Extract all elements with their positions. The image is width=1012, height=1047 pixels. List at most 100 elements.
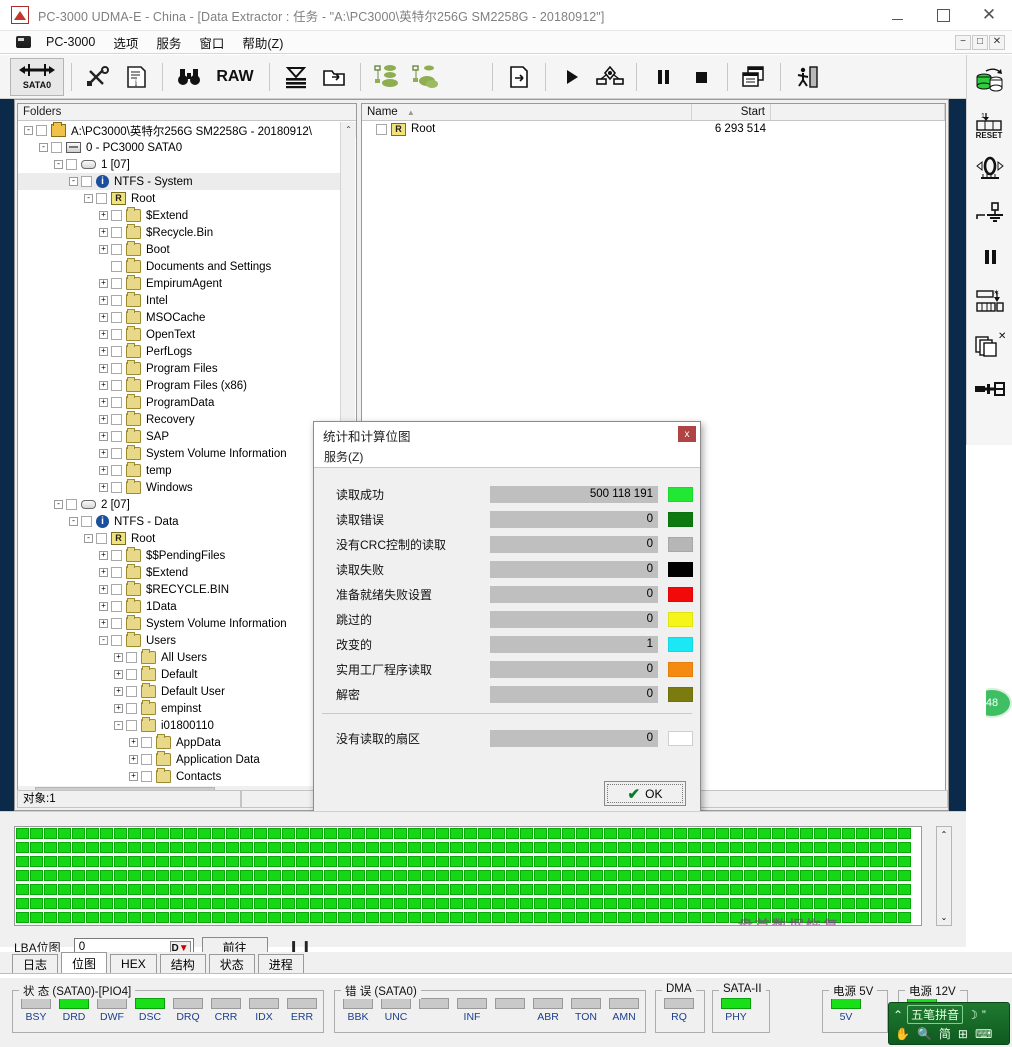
expand-icon[interactable]: + xyxy=(129,772,138,781)
tree-node-checkbox[interactable] xyxy=(126,703,137,714)
expand-icon[interactable]: + xyxy=(114,670,123,679)
tree-node[interactable]: +Program Files (x86) xyxy=(18,377,340,394)
tree-node-checkbox[interactable] xyxy=(111,550,122,561)
menu-options[interactable]: 选项 xyxy=(104,31,147,54)
tree-node-checkbox[interactable] xyxy=(126,686,137,697)
pause-button[interactable] xyxy=(644,58,682,96)
tree-node-checkbox[interactable] xyxy=(126,669,137,680)
expand-icon[interactable]: + xyxy=(99,211,108,220)
ground-signal-icon[interactable] xyxy=(971,195,1009,231)
tree-node[interactable]: +AppData xyxy=(18,734,340,751)
tree-node-checkbox[interactable] xyxy=(111,584,122,595)
filter-funnel-button[interactable] xyxy=(277,58,315,96)
menu-pc3000[interactable]: PC-3000 xyxy=(37,33,104,51)
mdi-restore-button[interactable]: □ xyxy=(972,35,988,50)
find-binoculars-button[interactable] xyxy=(170,58,208,96)
tree-node[interactable]: +Default xyxy=(18,666,340,683)
tree-node-checkbox[interactable] xyxy=(36,125,47,136)
expand-icon[interactable]: + xyxy=(99,415,108,424)
row-checkbox[interactable] xyxy=(376,124,387,135)
tree-node[interactable]: +Boot xyxy=(18,241,340,258)
tree-node-checkbox[interactable] xyxy=(111,244,122,255)
report-info-button[interactable]: i xyxy=(117,58,155,96)
tree-node[interactable]: -2 [07] xyxy=(18,496,340,513)
tree-node-checkbox[interactable] xyxy=(111,618,122,629)
menu-service[interactable]: 服务 xyxy=(147,31,190,54)
tree-node[interactable]: +Recovery xyxy=(18,411,340,428)
collapse-icon[interactable]: - xyxy=(69,517,78,526)
expand-icon[interactable]: + xyxy=(99,619,108,628)
drive-copy-icon[interactable] xyxy=(971,63,1009,99)
tree-node-checkbox[interactable] xyxy=(111,346,122,357)
expand-icon[interactable]: + xyxy=(99,279,108,288)
copy-windows-button[interactable] xyxy=(735,58,773,96)
expand-icon[interactable]: + xyxy=(99,245,108,254)
expand-icon[interactable]: + xyxy=(99,296,108,305)
ime-keyboard-icon[interactable]: ⌨ xyxy=(975,1027,992,1041)
tree-node-checkbox[interactable] xyxy=(111,482,122,493)
tree-node[interactable]: +System Volume Information xyxy=(18,615,340,632)
menu-help[interactable]: 帮助(Z) xyxy=(233,31,292,54)
tree-scroll-up-arrow[interactable]: ⌃ xyxy=(341,122,356,137)
tree-node[interactable]: +OpenText xyxy=(18,326,340,343)
tree-node[interactable]: +SAP xyxy=(18,428,340,445)
collapse-icon[interactable]: - xyxy=(69,177,78,186)
expand-icon[interactable]: + xyxy=(129,738,138,747)
tree-node[interactable]: +Contacts xyxy=(18,768,340,784)
tree-node-checkbox[interactable] xyxy=(126,720,137,731)
folder-tree[interactable]: -A:\PC3000\英特尔256G SM2258G - 20180912\-0… xyxy=(18,122,340,784)
exit-door-button[interactable] xyxy=(788,58,826,96)
collapse-icon[interactable]: - xyxy=(99,636,108,645)
tree-node[interactable]: -iNTFS - System xyxy=(18,173,340,190)
register-edit-icon[interactable]: ✶ xyxy=(971,283,1009,319)
tree-node-checkbox[interactable] xyxy=(141,771,152,782)
tree-node[interactable]: -Users xyxy=(18,632,340,649)
tree-node[interactable]: Documents and Settings xyxy=(18,258,340,275)
collapse-icon[interactable]: - xyxy=(84,534,93,543)
tree-node[interactable]: +MSOCache xyxy=(18,309,340,326)
map-structure-button[interactable] xyxy=(368,58,406,96)
dialog-ok-button[interactable]: ✔ OK xyxy=(604,781,686,806)
tree-node-checkbox[interactable] xyxy=(111,312,122,323)
collapse-icon[interactable]: - xyxy=(39,143,48,152)
tree-node-checkbox[interactable] xyxy=(111,465,122,476)
tree-node[interactable]: -RRoot xyxy=(18,190,340,207)
maximize-button[interactable] xyxy=(920,0,966,31)
column-header-start[interactable]: Start xyxy=(692,104,771,120)
expand-icon[interactable]: + xyxy=(99,568,108,577)
tab-5[interactable]: 状态 xyxy=(209,954,255,973)
menu-window[interactable]: 窗口 xyxy=(190,31,233,54)
expand-icon[interactable]: + xyxy=(114,704,123,713)
tree-node-checkbox[interactable] xyxy=(111,448,122,459)
export-file-button[interactable] xyxy=(500,58,538,96)
column-header-name[interactable]: Name ▲ xyxy=(362,104,692,120)
zero-fill-icon[interactable] xyxy=(971,151,1009,187)
ime-quote-icon[interactable]: ” xyxy=(982,1008,986,1022)
ime-punctuation-icon[interactable]: ⊞ xyxy=(958,1027,968,1041)
pause-icon[interactable] xyxy=(971,239,1009,275)
ime-search-icon[interactable]: 🔍 xyxy=(917,1027,932,1041)
collapse-icon[interactable]: - xyxy=(54,160,63,169)
tree-node[interactable]: +1Data xyxy=(18,598,340,615)
ime-hand-icon[interactable]: ✋ xyxy=(895,1027,910,1041)
open-folder-button[interactable] xyxy=(315,58,353,96)
tree-node[interactable]: +Application Data xyxy=(18,751,340,768)
tree-node-checkbox[interactable] xyxy=(111,431,122,442)
tree-node-checkbox[interactable] xyxy=(51,142,62,153)
tree-node[interactable]: -0 - PC3000 SATA0 xyxy=(18,139,340,156)
tree-node[interactable]: +Windows xyxy=(18,479,340,496)
tab-1[interactable]: 日志 xyxy=(12,954,58,973)
tree-node[interactable]: +$Extend xyxy=(18,564,340,581)
tree-node[interactable]: +Default User xyxy=(18,683,340,700)
tree-node[interactable]: -iNTFS - Data xyxy=(18,513,340,530)
expand-icon[interactable]: + xyxy=(114,653,123,662)
expand-icon[interactable]: + xyxy=(99,585,108,594)
tree-node-checkbox[interactable] xyxy=(111,397,122,408)
tree-node-checkbox[interactable] xyxy=(66,499,77,510)
expand-icon[interactable]: + xyxy=(99,432,108,441)
expand-icon[interactable]: + xyxy=(99,483,108,492)
tree-node[interactable]: +All Users xyxy=(18,649,340,666)
expand-icon[interactable]: + xyxy=(99,466,108,475)
tree-node-checkbox[interactable] xyxy=(111,329,122,340)
collapse-icon[interactable]: - xyxy=(54,500,63,509)
